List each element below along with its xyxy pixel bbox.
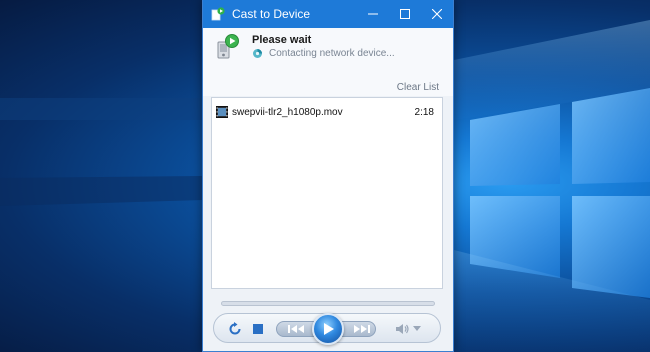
close-button[interactable] [421,0,453,28]
chevron-down-icon [413,326,421,331]
status-panel: Please wait Contacting network device...… [203,28,453,96]
play-icon [324,323,334,335]
maximize-button[interactable] [389,0,421,28]
playback-controls [213,313,441,345]
playlist-item[interactable]: swepvii-tlr2_h1080p.mov 2:18 [216,104,438,120]
playlist[interactable]: swepvii-tlr2_h1080p.mov 2:18 [211,97,443,289]
playlist-item-duration: 2:18 [414,106,434,118]
minimize-button[interactable] [357,0,389,28]
close-icon [432,9,442,19]
title-bar[interactable]: Cast to Device [203,0,453,28]
spinner-icon [253,49,262,58]
status-message-text: Contacting network device... [269,48,395,59]
volume-button[interactable] [396,322,410,336]
cast-to-device-window: Cast to Device Please wait Contacting ne… [202,0,454,352]
stop-button[interactable] [251,322,265,336]
window-title: Cast to Device [232,7,311,21]
minimize-icon [368,13,378,15]
previous-button[interactable] [284,322,310,336]
repeat-icon [229,322,241,335]
cast-app-icon [211,7,225,21]
video-file-icon [216,106,228,118]
maximize-icon [400,9,410,19]
next-button[interactable] [348,322,374,336]
volume-icon [396,324,409,334]
media-device-icon [217,34,239,59]
seek-bar[interactable] [221,301,435,306]
clear-list-button[interactable]: Clear List [397,82,439,93]
status-message: Contacting network device... [252,48,395,59]
play-button[interactable] [312,313,344,345]
playlist-item-name: swepvii-tlr2_h1080p.mov [232,106,343,118]
next-icon [354,325,370,333]
previous-icon [288,325,304,333]
repeat-button[interactable] [227,321,243,337]
status-title: Please wait [252,34,312,46]
volume-dropdown-button[interactable] [413,325,421,333]
stop-icon [253,324,263,334]
